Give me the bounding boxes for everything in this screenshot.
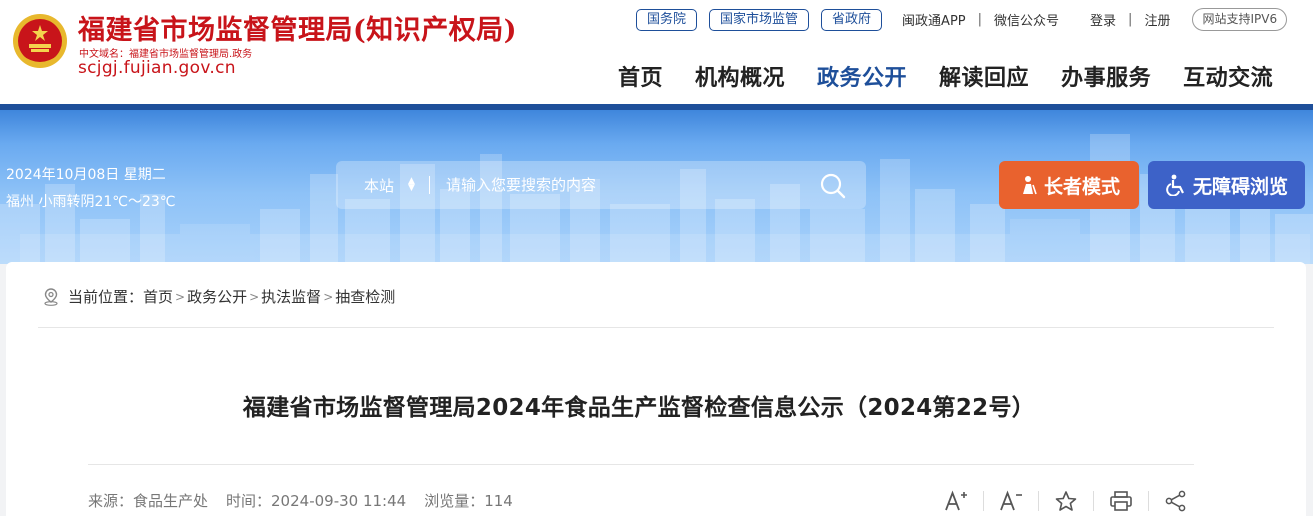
- breadcrumb-separator: >: [323, 289, 334, 304]
- elder-mode-label: 长者模式: [1043, 175, 1120, 198]
- accessible-mode-label: 无障碍浏览: [1192, 175, 1288, 198]
- link-state-council[interactable]: 国务院: [636, 8, 698, 31]
- nav-home[interactable]: 首页: [618, 60, 663, 92]
- search-input[interactable]: [445, 176, 776, 194]
- breadcrumb-separator: >: [175, 289, 186, 304]
- search-icon[interactable]: [820, 173, 846, 199]
- login-link[interactable]: 登录: [1090, 10, 1116, 29]
- weather: 福州 小雨转阴21℃～23℃: [6, 194, 176, 210]
- breadcrumb: 当前位置： 首页 > 政务公开 > 执法监督 > 抽查检测: [42, 286, 395, 307]
- banner: 2024年10月08日 星期二 福州 小雨转阴21℃～23℃ 本站 ▲▼ 长者模…: [0, 104, 1313, 264]
- link-wechat[interactable]: 微信公众号: [994, 10, 1059, 29]
- search-bar: 本站 ▲ ▼: [336, 161, 866, 209]
- article-meta: 来源：食品生产处 时间：2024-09-30 11:44 浏览量：114: [88, 490, 531, 511]
- breadcrumb-spot-check[interactable]: 抽查检测: [335, 286, 395, 307]
- breadcrumb-separator: >: [249, 289, 260, 304]
- breadcrumb-label: 当前位置：: [68, 288, 144, 306]
- divider: [38, 327, 1274, 328]
- up-down-arrow-icon: ▲ ▼: [408, 176, 415, 193]
- national-emblem-icon[interactable]: [12, 10, 68, 72]
- current-date: 2024年10月08日 星期二: [6, 167, 166, 183]
- search-divider: [428, 176, 430, 194]
- site-header: 福建省市场监督管理局(知识产权局) 中文域名：福建省市场监督管理局.政务 scj…: [0, 0, 1313, 104]
- article-views: 浏览量：114: [424, 492, 513, 510]
- breadcrumb-law-enforcement[interactable]: 执法监督: [261, 286, 321, 307]
- nav-services[interactable]: 办事服务: [1061, 60, 1151, 92]
- font-increase-icon[interactable]: [942, 488, 970, 514]
- accessible-mode-button[interactable]: 无障碍浏览: [1148, 161, 1305, 209]
- link-samr[interactable]: 国家市场监管: [709, 8, 810, 31]
- breadcrumb-home[interactable]: 首页: [143, 286, 173, 307]
- breadcrumb-gov-affairs[interactable]: 政务公开: [187, 286, 247, 307]
- elder-icon: [1022, 176, 1037, 195]
- nav-gov-affairs[interactable]: 政务公开: [817, 60, 907, 92]
- content-card: 当前位置： 首页 > 政务公开 > 执法监督 > 抽查检测 福建省市场监督管理局…: [6, 262, 1306, 516]
- location-icon: [44, 287, 58, 306]
- site-title[interactable]: 福建省市场监督管理局(知识产权局): [78, 8, 517, 47]
- article-title: 福建省市场监督管理局2024年食品生产监督检查信息公示（2024第22号）: [242, 395, 1036, 421]
- link-provincial-gov[interactable]: 省政府: [821, 8, 883, 31]
- separator: [1038, 491, 1039, 511]
- star-icon[interactable]: [1052, 488, 1080, 514]
- ipv6-badge: 网站支持IPV6: [1192, 8, 1288, 31]
- article-tools: [942, 488, 1190, 514]
- site-domain: scjgj.fujian.gov.cn: [78, 58, 236, 78]
- separator: |: [977, 12, 983, 27]
- date-weather: 2024年10月08日 星期二 福州 小雨转阴21℃～23℃: [6, 162, 176, 216]
- separator: |: [1128, 12, 1133, 27]
- nav-interaction[interactable]: 互动交流: [1183, 60, 1273, 92]
- search-scope-label: 本站: [364, 176, 395, 195]
- article-source: 来源：食品生产处: [88, 492, 209, 510]
- print-icon[interactable]: [1107, 488, 1135, 514]
- separator: [1093, 491, 1094, 511]
- main-nav: 首页 机构概况 政务公开 解读回应 办事服务 互动交流: [618, 60, 1273, 92]
- link-app[interactable]: 闽政通APP: [902, 10, 966, 29]
- share-icon[interactable]: [1162, 488, 1190, 514]
- separator: [1148, 491, 1149, 511]
- separator: [983, 491, 984, 511]
- divider: [88, 464, 1194, 465]
- nav-interpretation[interactable]: 解读回应: [939, 60, 1029, 92]
- banner-topbar: [0, 104, 1313, 110]
- article-time: 时间：2024-09-30 11:44: [226, 492, 407, 510]
- font-decrease-icon[interactable]: [997, 488, 1025, 514]
- top-links: 国务院 国家市场监管 省政府 闽政通APP | 微信公众号 登录 | 注册 网站…: [636, 8, 1288, 31]
- nav-organization[interactable]: 机构概况: [695, 60, 785, 92]
- register-link[interactable]: 注册: [1144, 10, 1170, 29]
- wheelchair-icon: [1166, 174, 1184, 196]
- elder-mode-button[interactable]: 长者模式: [999, 161, 1139, 209]
- search-scope-select[interactable]: 本站 ▲ ▼: [364, 175, 415, 196]
